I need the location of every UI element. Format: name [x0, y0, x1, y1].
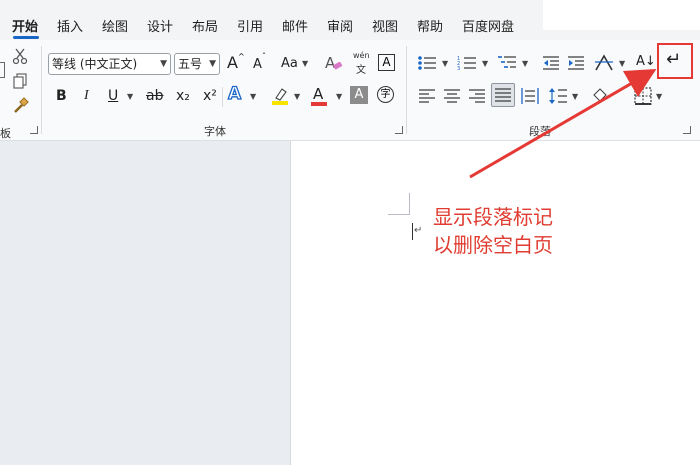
- annotation-line-1: 显示段落标记: [433, 205, 553, 229]
- annotation-arrow: [469, 68, 657, 179]
- highlight-box: [657, 43, 693, 79]
- annotation-line-2: 以删除空白页: [433, 233, 553, 257]
- annotation-text: 显示段落标记 以删除空白页: [433, 203, 553, 259]
